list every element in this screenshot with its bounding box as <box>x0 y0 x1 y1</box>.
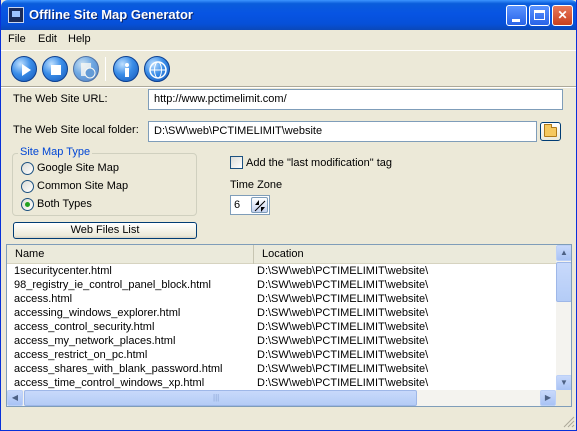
radio-label: Both Types <box>37 198 92 210</box>
cell-name: access_time_control_windows_xp.html <box>14 377 205 389</box>
cell-location: D:\SW\web\PCTIMELIMIT\website\ <box>257 279 429 291</box>
cell-location: D:\SW\web\PCTIMELIMIT\website\ <box>257 321 429 333</box>
timezone-spinner[interactable]: 6 <box>230 195 270 215</box>
toolbar <box>1 50 576 86</box>
sitemap-type-title: Site Map Type <box>18 146 93 158</box>
browse-folder-button[interactable] <box>540 122 561 141</box>
menu-file[interactable]: File <box>8 33 26 45</box>
web-button[interactable] <box>144 56 170 82</box>
scroll-left-button[interactable]: ◀ <box>7 390 23 406</box>
info-button[interactable] <box>113 56 139 82</box>
url-label: The Web Site URL: <box>13 93 108 105</box>
timezone-value: 6 <box>234 199 241 211</box>
folder-input[interactable]: D:\SW\web\PCTIMELIMIT\website <box>148 121 537 142</box>
minimize-button[interactable] <box>506 5 527 26</box>
table-row[interactable]: access_control_security.html D:\SW\web\PC… <box>7 321 557 335</box>
cell-location: D:\SW\web\PCTIMELIMIT\website\ <box>257 307 429 319</box>
resize-grip-icon[interactable] <box>561 414 575 428</box>
horizontal-scrollbar[interactable]: ◀ ||| ▶ <box>7 390 556 406</box>
radio-button-selected[interactable] <box>21 198 34 211</box>
close-button[interactable]: ✕ <box>552 5 573 26</box>
cell-location: D:\SW\web\PCTIMELIMIT\website\ <box>257 377 429 389</box>
title-bar[interactable]: Offline Site Map Generator ✕ <box>1 0 576 30</box>
scroll-down-button[interactable]: ▼ <box>556 375 571 391</box>
stop-icon <box>51 65 61 75</box>
web-files-list-button[interactable]: Web Files List <box>13 222 197 239</box>
url-input[interactable]: http://www.pctimelimit.com/ <box>148 89 563 110</box>
scroll-up-button[interactable]: ▲ <box>556 245 571 261</box>
window-title: Offline Site Map Generator <box>29 7 193 22</box>
page-globe-icon <box>81 63 96 79</box>
table-row[interactable]: accessing_windows_explorer.html D:\SW\web… <box>7 307 557 321</box>
cell-name: access_shares_with_blank_password.html <box>14 363 223 375</box>
cell-location: D:\SW\web\PCTIMELIMIT\website\ <box>257 265 429 277</box>
cell-name: accessing_windows_explorer.html <box>14 307 181 319</box>
timezone-label: Time Zone <box>230 179 283 191</box>
table-row[interactable]: 1securitycenter.html D:\SW\web\PCTIMELIMI… <box>7 265 557 279</box>
cell-location: D:\SW\web\PCTIMELIMIT\website\ <box>257 335 429 347</box>
maximize-icon <box>534 10 545 20</box>
up-down-arrows-icon <box>254 200 266 212</box>
horizontal-scroll-thumb[interactable]: ||| <box>24 390 417 406</box>
table-row[interactable]: access_restrict_on_pc.html D:\SW\web\PCTI… <box>7 349 557 363</box>
cell-name: 1securitycenter.html <box>14 265 112 277</box>
app-icon[interactable] <box>8 7 24 23</box>
scrollbar-corner <box>556 390 571 406</box>
globe-icon <box>149 61 167 79</box>
radio-button[interactable] <box>21 180 34 193</box>
cell-name: access_control_security.html <box>14 321 155 333</box>
vertical-scrollbar[interactable]: ▲ ▼ <box>556 245 571 391</box>
last-modification-checkbox[interactable] <box>230 156 243 169</box>
table-row[interactable]: access_time_control_windows_xp.html D:\SW… <box>7 377 557 391</box>
spin-button[interactable] <box>251 197 268 213</box>
table-row[interactable]: access_my_network_places.html D:\SW\web\P… <box>7 335 557 349</box>
maximize-button[interactable] <box>529 5 550 26</box>
cell-location: D:\SW\web\PCTIMELIMIT\website\ <box>257 349 429 361</box>
stop-button[interactable] <box>42 56 68 82</box>
list-header: Name Location <box>7 245 557 264</box>
last-modification-label: Add the "last modification" tag <box>246 157 393 169</box>
radio-button[interactable] <box>21 162 34 175</box>
menu-bar: File Edit Help <box>1 30 576 49</box>
folder-icon <box>544 124 557 137</box>
cell-name: access_my_network_places.html <box>14 335 176 347</box>
info-icon <box>125 63 129 77</box>
column-header-name[interactable]: Name <box>7 245 254 264</box>
open-page-button[interactable] <box>73 56 99 82</box>
folder-label: The Web Site local folder: <box>13 124 139 136</box>
cell-name: 98_registry_ie_control_panel_block.html <box>14 279 211 291</box>
table-row[interactable]: access_shares_with_blank_password.html D:… <box>7 363 557 377</box>
cell-location: D:\SW\web\PCTIMELIMIT\website\ <box>257 293 429 305</box>
play-icon <box>22 64 31 76</box>
files-list[interactable]: Name Location 1securitycenter.html D:\SW\… <box>6 244 572 407</box>
toolbar-divider <box>1 86 576 88</box>
app-window: Offline Site Map Generator ✕ File Edit H… <box>0 0 577 431</box>
column-header-location[interactable]: Location <box>254 245 557 264</box>
table-row[interactable]: access.html D:\SW\web\PCTIMELIMIT\website… <box>7 293 557 307</box>
radio-label: Google Site Map <box>37 162 119 174</box>
radio-label: Common Site Map <box>37 180 129 192</box>
scroll-right-button[interactable]: ▶ <box>540 390 556 406</box>
scroll-grip-icon: ||| <box>213 393 220 402</box>
cell-location: D:\SW\web\PCTIMELIMIT\website\ <box>257 363 429 375</box>
minimize-icon <box>512 19 520 22</box>
toolbar-separator <box>105 57 106 81</box>
menu-help[interactable]: Help <box>68 33 91 45</box>
menu-edit[interactable]: Edit <box>38 33 57 45</box>
vertical-scroll-thumb[interactable] <box>556 262 571 302</box>
table-row[interactable]: 98_registry_ie_control_panel_block.html D… <box>7 279 557 293</box>
cell-name: access.html <box>14 293 73 305</box>
cell-name: access_restrict_on_pc.html <box>14 349 148 361</box>
start-button[interactable] <box>11 56 37 82</box>
